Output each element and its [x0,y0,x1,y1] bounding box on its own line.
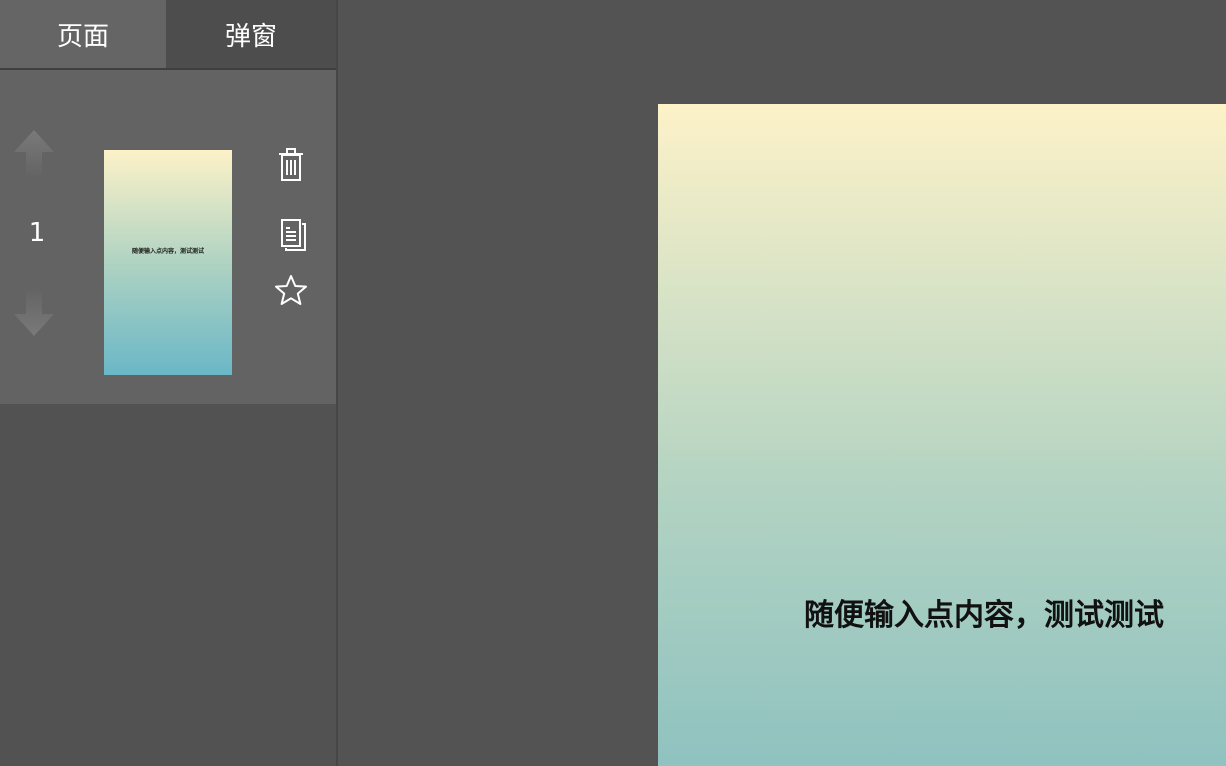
arrow-down-icon[interactable] [12,286,56,338]
copy-icon[interactable] [272,214,310,252]
sidebar: 页面 弹窗 1 随便输入点内容，测试测试 [0,0,338,766]
page-canvas[interactable]: 随便输入点内容，测试测试 [658,104,1226,766]
thumbnail-text: 随便输入点内容，测试测试 [131,248,204,255]
page-number: 1 [28,218,46,248]
page-thumbnail[interactable]: 随便输入点内容，测试测试 [104,150,232,375]
sidebar-tabs: 页面 弹窗 [0,0,336,70]
star-icon[interactable] [272,272,310,310]
page-list-item[interactable]: 1 随便输入点内容，测试测试 [0,70,336,404]
tab-pages[interactable]: 页面 [0,0,166,68]
tab-popups[interactable]: 弹窗 [166,0,336,68]
editor-app: 页面 弹窗 1 随便输入点内容，测试测试 随便输入点内容，测试测试 [0,0,1226,766]
trash-icon[interactable] [272,146,310,184]
arrow-up-icon[interactable] [12,128,56,180]
canvas-text[interactable]: 随便输入点内容，测试测试 [804,590,1164,634]
